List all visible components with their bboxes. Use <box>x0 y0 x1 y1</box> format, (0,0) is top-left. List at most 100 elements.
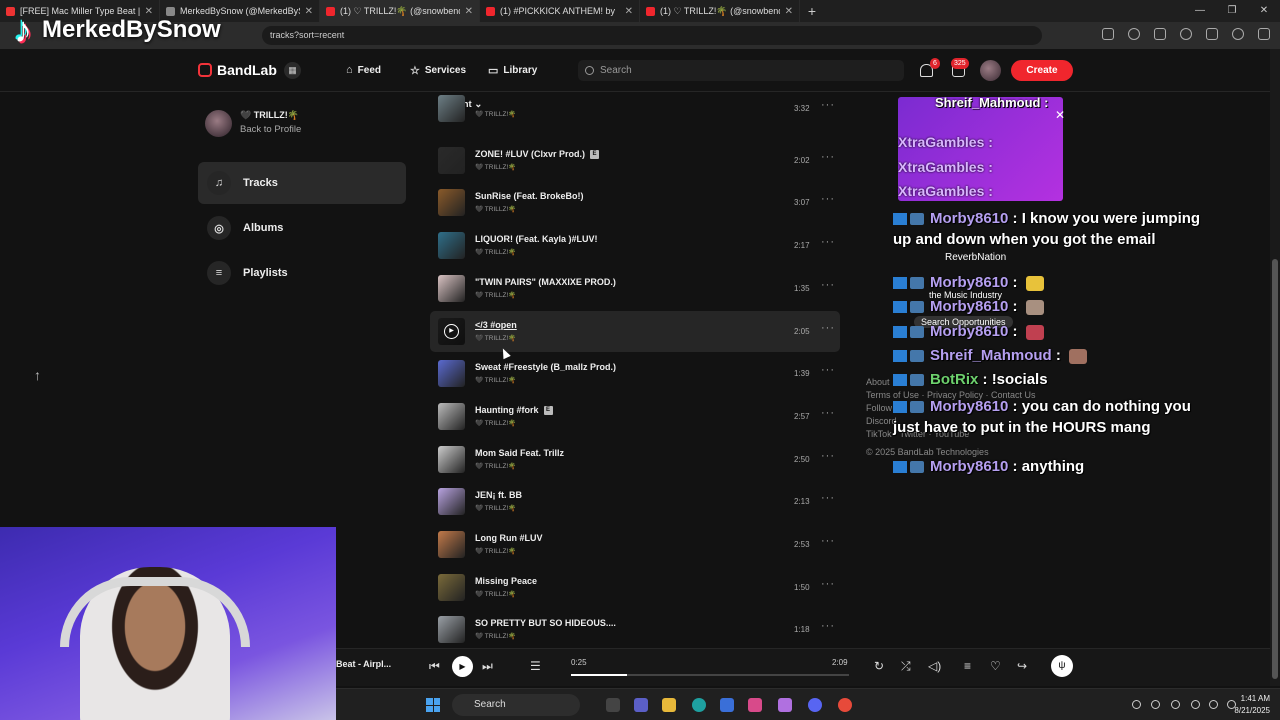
create-button[interactable]: Create <box>1011 60 1073 81</box>
windows-start-icon[interactable] <box>426 698 440 712</box>
minimize-icon[interactable]: — <box>1184 0 1216 22</box>
track-artist[interactable]: 🖤 TRILLZ!🌴 <box>475 547 516 555</box>
progress-bar[interactable] <box>571 674 849 676</box>
track-title[interactable]: </3 #open <box>475 320 517 330</box>
track-title[interactable]: SO PRETTY BUT SO HIDEOUS.... <box>475 618 616 628</box>
footer-tiktok-link[interactable]: TikTok <box>866 429 892 439</box>
taskbar-clock[interactable]: 1:41 AM 8/21/2025 <box>1234 693 1270 717</box>
close-window-icon[interactable]: ✕ <box>1248 0 1280 22</box>
page-scrollbar[interactable] <box>1270 49 1280 686</box>
browser-tab[interactable]: (1) #PICKKICK ANTHEM! by ✕ <box>480 0 640 22</box>
track-title[interactable]: ZONE! #LUV (Clxvr Prod.) E <box>475 149 600 159</box>
edge-icon[interactable] <box>692 698 706 712</box>
heart-icon[interactable]: ♡ <box>990 659 1001 673</box>
nav-services[interactable]: ☆ Services <box>410 64 466 77</box>
track-artist[interactable]: 🖤 TRILLZ!🌴 <box>475 110 516 118</box>
menu-icon[interactable] <box>1258 28 1270 40</box>
track-title[interactable]: Haunting #fork E <box>475 405 553 416</box>
footer-discord-link[interactable]: Discord <box>866 416 897 426</box>
more-options-icon[interactable]: ··· <box>821 492 835 504</box>
track-artist[interactable]: 🖤 TRILLZ!🌴 <box>475 205 516 213</box>
footer-about-link[interactable]: About <box>866 377 890 387</box>
repeat-icon[interactable]: ↻ <box>874 659 884 673</box>
track-row[interactable]: Long Run #LUV 🖤 TRILLZ!🌴 2:53 ··· <box>430 524 840 565</box>
bandlab-logo[interactable]: BandLab <box>198 62 277 78</box>
track-cover[interactable] <box>438 616 465 644</box>
track-row[interactable]: ZONE! #LUV (Clxvr Prod.) E 🖤 TRILLZ!🌴 2:02 ·… <box>430 140 840 181</box>
arrow-up-icon[interactable]: ↑ <box>34 367 41 383</box>
play-button[interactable]: ▶ <box>452 656 473 677</box>
collections-icon[interactable] <box>1206 28 1218 40</box>
track-artist[interactable]: 🖤 TRILLZ!🌴 <box>475 590 516 598</box>
app-icon[interactable] <box>838 698 852 712</box>
track-artist[interactable]: 🖤 TRILLZ!🌴 <box>475 632 516 640</box>
discord-icon[interactable] <box>808 698 822 712</box>
close-tab-icon[interactable]: ✕ <box>625 6 633 17</box>
play-overlay[interactable]: ▶ <box>438 317 465 345</box>
track-artist[interactable]: 🖤 TRILLZ!🌴 <box>475 291 516 299</box>
track-row[interactable]: 🖤 TRILLZ!🌴 3:32 ··· <box>430 93 840 123</box>
track-row[interactable]: Missing Peace 🖤 TRILLZ!🌴 1:50 ··· <box>430 567 840 608</box>
track-cover[interactable] <box>438 445 465 473</box>
close-tab-icon[interactable]: ✕ <box>465 6 473 17</box>
more-options-icon[interactable]: ··· <box>821 364 835 376</box>
teams-icon[interactable] <box>634 698 648 712</box>
track-cover[interactable] <box>438 189 465 217</box>
store-icon[interactable] <box>720 698 734 712</box>
now-playing-title[interactable]: Beat - Airpl... <box>336 659 391 669</box>
track-artist[interactable]: 🖤 TRILLZ!🌴 <box>475 376 516 384</box>
copilot-icon[interactable] <box>748 698 762 712</box>
track-artist[interactable]: 🖤 TRILLZ!🌴 <box>475 163 516 171</box>
track-row[interactable]: SO PRETTY BUT SO HIDEOUS.... 🖤 TRILLZ!🌴 1:… <box>430 609 840 650</box>
scrollbar-thumb[interactable] <box>1272 259 1278 679</box>
maximize-icon[interactable]: ❐ <box>1216 0 1248 22</box>
wifi-icon[interactable] <box>1191 700 1200 709</box>
track-title[interactable]: LIQUOR! (Feat. Kayla )#LUV! <box>475 234 598 244</box>
sidebar-item-playlists[interactable]: ≡ Playlists <box>198 252 406 294</box>
more-options-icon[interactable]: ··· <box>821 535 835 547</box>
profile-icon[interactable] <box>1232 28 1244 40</box>
back-to-profile-link[interactable]: Back to Profile <box>240 124 301 135</box>
track-row[interactable]: "TWIN PAIRS" (MAXXIXE PROD.) 🖤 TRILLZ!🌴 1:… <box>430 268 840 309</box>
extensions-icon[interactable] <box>1154 28 1166 40</box>
track-row[interactable]: ▶ </3 #open 🖤 TRILLZ!🌴 2:05 ··· <box>430 310 840 352</box>
nav-library[interactable]: ▭ Library <box>488 64 537 77</box>
track-artist[interactable]: 🖤 TRILLZ!🌴 <box>475 504 516 512</box>
track-title[interactable]: Missing Peace <box>475 576 537 586</box>
browser-tab[interactable]: (1) ♡ TRILLZ!🌴 (@snowbender_)✕ <box>640 0 800 22</box>
track-cover[interactable] <box>438 573 465 601</box>
more-options-icon[interactable]: ··· <box>821 279 835 291</box>
track-title[interactable]: Mom Said Feat. Trillz <box>475 448 564 458</box>
more-options-icon[interactable]: ··· <box>821 193 835 205</box>
url-field[interactable]: tracks?sort=recent <box>262 26 1042 45</box>
task-view-icon[interactable] <box>606 698 620 712</box>
file-explorer-icon[interactable] <box>662 698 676 712</box>
track-artist[interactable]: 🖤 TRILLZ!🌴 <box>475 462 516 470</box>
track-title[interactable]: Sweat #Freestyle (B_mallz Prod.) <box>475 362 616 372</box>
speaker-icon[interactable] <box>1209 700 1218 709</box>
avatar[interactable] <box>980 60 1001 81</box>
profile-header[interactable]: 🖤 TRILLZ!🌴 Back to Profile <box>205 110 301 137</box>
tray-chevron-icon[interactable] <box>1132 700 1141 709</box>
next-icon[interactable]: ⏭ <box>482 659 493 674</box>
track-row[interactable]: Mom Said Feat. Trillz 🖤 TRILLZ!🌴 2:50 ··· <box>430 439 840 480</box>
close-tab-icon[interactable]: ✕ <box>305 6 313 17</box>
track-cover[interactable] <box>438 146 465 174</box>
share-icon[interactable]: ↪ <box>1017 659 1027 673</box>
close-tab-icon[interactable]: ✕ <box>785 6 793 17</box>
new-tab-button[interactable]: + <box>800 3 824 19</box>
track-cover[interactable] <box>438 488 465 516</box>
track-row[interactable]: Sweat #Freestyle (B_mallz Prod.) 🖤 TRILLZ… <box>430 353 840 394</box>
taskbar-search[interactable]: Search <box>452 694 580 716</box>
track-row[interactable]: Haunting #fork E 🖤 TRILLZ!🌴 2:57 ··· <box>430 396 840 437</box>
more-options-icon[interactable]: ··· <box>821 450 835 462</box>
queue-icon[interactable]: ☰ <box>530 659 541 673</box>
more-options-icon[interactable]: ··· <box>821 99 835 111</box>
favorite-icon[interactable] <box>1128 28 1140 40</box>
track-title[interactable]: "TWIN PAIRS" (MAXXIXE PROD.) <box>475 277 616 287</box>
nav-feed[interactable]: ⌂ Feed <box>346 64 381 76</box>
more-options-icon[interactable]: ··· <box>821 236 835 248</box>
onedrive-icon[interactable] <box>1151 700 1160 709</box>
app-icon[interactable] <box>778 698 792 712</box>
track-title[interactable]: JEN¡ ft. BB <box>475 490 522 500</box>
